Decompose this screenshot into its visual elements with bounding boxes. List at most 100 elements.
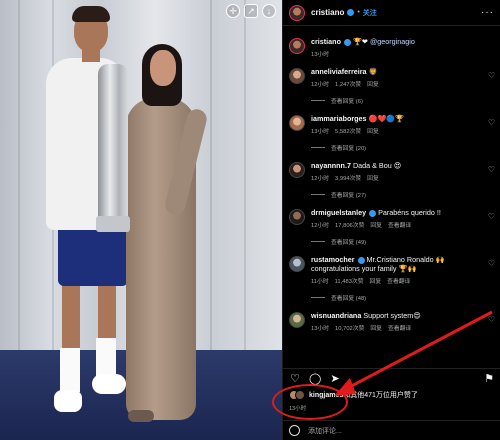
separator-dot: • (357, 9, 360, 16)
comment-item: drmiguelstanley Parabéns querido !! 12小时… (289, 208, 495, 246)
view-replies-button[interactable]: 查看回复 (27) (311, 190, 491, 199)
comment-time: 13小时 (311, 129, 330, 135)
comment-likes[interactable]: 11,483次赞 (335, 279, 364, 285)
reply-button[interactable]: 回复 (370, 223, 382, 229)
comment-time: 12小时 (311, 223, 330, 229)
comment-likes[interactable]: 3,994次赞 (335, 176, 361, 182)
verified-badge-icon (343, 38, 351, 46)
comment-time: 13小时 (311, 326, 330, 332)
download-icon[interactable]: ↓ (262, 4, 276, 18)
man-sock (96, 338, 116, 378)
commenter-avatar[interactable] (289, 162, 305, 178)
follow-button[interactable]: 关注 (363, 8, 377, 18)
comment-time: 12小时 (311, 82, 330, 88)
caption-emojis: 🏆❤ (352, 37, 368, 46)
commenter-avatar[interactable] (289, 312, 305, 328)
collapse-icon[interactable]: ✛ (226, 4, 240, 18)
man-leg (98, 284, 116, 340)
comment-username[interactable]: drmiguelstanley (311, 208, 366, 217)
comment-bubble-icon[interactable]: ◯ (309, 373, 321, 385)
comments-list: cristiano 🏆❤ @georginagio 13小时 annelivia… (283, 28, 500, 368)
reply-button[interactable]: 回复 (367, 82, 379, 88)
comment-item: rustamocher Mr.Cristiano Ronaldo 🙌 congr… (289, 255, 495, 302)
comment-likes[interactable]: 10,702次赞 (335, 326, 364, 332)
comment-username[interactable]: rustamocher (311, 255, 355, 264)
man-sock (60, 348, 80, 392)
author-avatar[interactable] (289, 4, 305, 21)
verified-badge-icon (357, 256, 365, 264)
reply-button[interactable]: 回复 (370, 279, 382, 285)
comment-text: 🦁 (368, 67, 378, 76)
photo-controls: ✛ ↗ ↓ (226, 4, 276, 18)
view-replies-button[interactable]: 查看回复 (20) (311, 143, 491, 152)
translate-button[interactable]: 查看翻译 (388, 223, 411, 229)
annotation-circle (272, 384, 348, 420)
comment-time: 11小时 (311, 279, 329, 285)
verified-badge-icon (347, 9, 355, 16)
man-leg (62, 284, 80, 348)
open-external-icon[interactable]: ↗ (244, 4, 258, 18)
like-comment-icon[interactable]: ♡ (488, 315, 495, 324)
translate-button[interactable]: 查看翻译 (388, 326, 411, 332)
translate-button[interactable]: 查看翻译 (387, 279, 410, 285)
caption-text: cristiano 🏆❤ @georginagio (311, 37, 491, 46)
comment-likes[interactable]: 5,582次赞 (335, 129, 361, 135)
share-send-icon[interactable]: ➤ (329, 373, 341, 385)
comment-item: iammariaborges 🔴❤️🔵🏆 13小时 5,582次赞 回复 查看回复 … (289, 114, 495, 152)
save-bookmark-icon[interactable]: ⚑ (483, 373, 495, 385)
commenter-avatar[interactable] (289, 256, 305, 272)
like-comment-icon[interactable]: ♡ (488, 259, 495, 268)
verified-badge-icon (369, 209, 377, 217)
commenter-avatar[interactable] (289, 68, 305, 84)
caption-time: 13小时 (311, 52, 330, 58)
like-heart-icon[interactable]: ♡ (289, 373, 301, 385)
comment-item: wisnuandriana Support system😍 13小时 10,702… (289, 311, 495, 332)
comment-item: anneliviaferreira 🦁 12小时 1,247次赞 回复 查看回复 (… (289, 67, 495, 105)
comment-username[interactable]: nayannnn.7 (311, 161, 351, 170)
comment-likes[interactable]: 1,247次赞 (335, 82, 361, 88)
trophy-base (96, 216, 130, 232)
comment-text: 🔴❤️🔵🏆 (368, 114, 405, 123)
comment-username[interactable]: iammariaborges (311, 114, 367, 123)
likes-count-text[interactable]: 和其他471万位用户赞了 (343, 392, 418, 399)
caption-mention-link[interactable]: @georginagio (370, 37, 415, 46)
trophy (98, 64, 128, 224)
comment-username[interactable]: wisnuandriana (311, 311, 361, 320)
comment-item: nayannnn.7 Dada & Bou 😍 12小时 3,994次赞 回复 查看… (289, 161, 495, 199)
post-header: cristiano • 关注 ··· (283, 0, 500, 26)
commenter-avatar[interactable] (289, 115, 305, 131)
view-replies-button[interactable]: 查看回复 (49) (311, 237, 491, 246)
curtain-fold (244, 0, 246, 360)
man-hair (72, 6, 110, 22)
comment-username[interactable]: anneliviaferreira (311, 67, 367, 76)
commenter-avatar[interactable] (289, 209, 305, 225)
instagram-post-view: ✛ ↗ ↓ cristiano • 关注 ··· cristiano 🏆❤ @g… (0, 0, 500, 440)
like-comment-icon[interactable]: ♡ (488, 71, 495, 80)
emoji-icon[interactable] (289, 425, 300, 436)
like-comment-icon[interactable]: ♡ (488, 212, 495, 221)
comment-text: Dada & Bou 😍 (352, 161, 402, 170)
add-comment-input[interactable]: 添加评论... (308, 426, 342, 436)
author-avatar[interactable] (289, 38, 305, 54)
woman-shoe (128, 410, 154, 422)
post-photo[interactable]: ✛ ↗ ↓ (0, 0, 282, 440)
reply-button[interactable]: 回复 (370, 326, 382, 332)
like-comment-icon[interactable]: ♡ (488, 118, 495, 127)
curtain-fold (18, 0, 20, 360)
reply-button[interactable]: 回复 (367, 129, 379, 135)
more-options-icon[interactable]: ··· (481, 7, 494, 18)
caption: cristiano 🏆❤ @georginagio 13小时 (289, 37, 495, 58)
view-replies-button[interactable]: 查看回复 (6) (311, 96, 491, 105)
like-comment-icon[interactable]: ♡ (488, 165, 495, 174)
add-comment-bar: 添加评论... (283, 420, 500, 440)
comment-text: Parabéns querido !! (378, 208, 441, 217)
reply-button[interactable]: 回复 (367, 176, 379, 182)
man-shorts (58, 224, 128, 286)
comment-text: Support system😍 (363, 311, 421, 320)
comment-likes[interactable]: 17,806次赞 (335, 223, 364, 229)
view-replies-button[interactable]: 查看回复 (48) (311, 293, 491, 302)
man-shoe (54, 390, 82, 412)
caption-username[interactable]: cristiano (311, 37, 341, 46)
comments-panel: cristiano • 关注 ··· cristiano 🏆❤ @georgin… (282, 0, 500, 440)
author-username[interactable]: cristiano (311, 8, 344, 17)
